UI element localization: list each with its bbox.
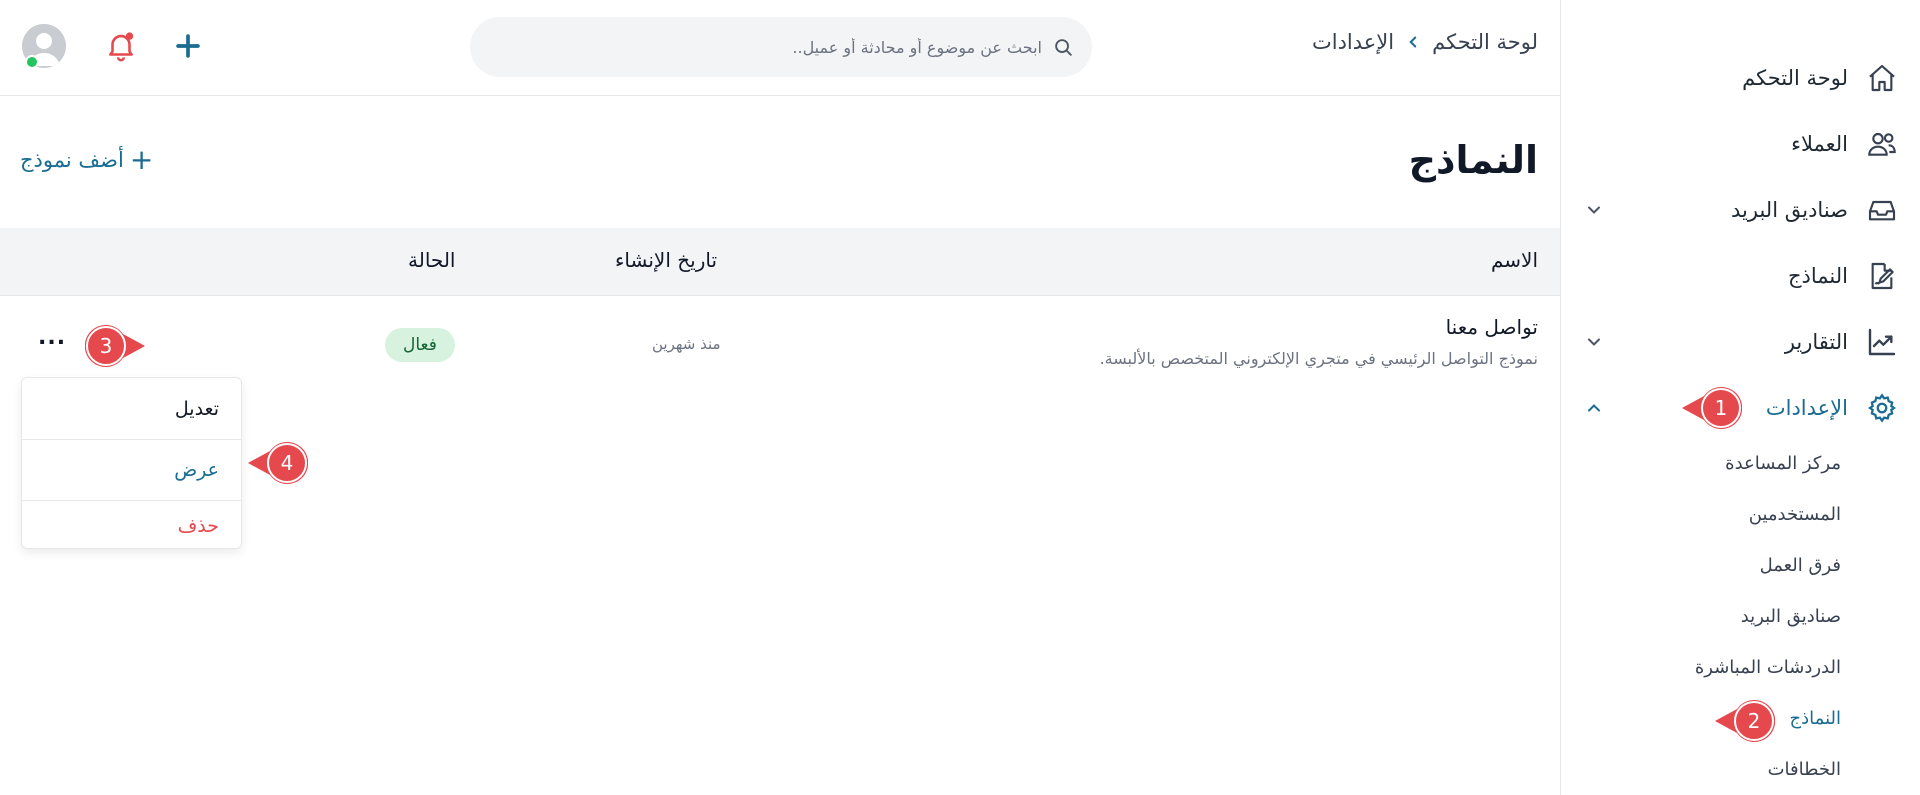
- column-header-name: الاسم: [1490, 248, 1538, 272]
- callout-number: 3: [99, 334, 113, 358]
- bell-icon: [109, 32, 134, 62]
- chevron-left-icon: [1404, 33, 1422, 51]
- callout-marker-1: 1: [1680, 387, 1742, 429]
- sidebar-item-reports[interactable]: التقارير: [1580, 322, 1900, 362]
- table-header: الاسم تاريخ الإنشاء الحالة: [0, 228, 1560, 296]
- column-header-status: الحالة: [408, 248, 456, 272]
- notifications-button[interactable]: [101, 26, 141, 66]
- callout-marker-3: 3: [85, 325, 147, 367]
- breadcrumb-item-dashboard[interactable]: لوحة التحكم: [1432, 30, 1538, 54]
- settings-sub-users[interactable]: المستخدمين: [1749, 504, 1841, 525]
- page-title: النماذج: [1408, 138, 1538, 182]
- sidebar-item-customers[interactable]: العملاء: [1580, 124, 1900, 164]
- menu-item-view[interactable]: عرض: [22, 439, 241, 500]
- chevron-down-icon[interactable]: [1580, 196, 1608, 224]
- breadcrumb: لوحة التحكم الإعدادات: [1312, 30, 1538, 54]
- settings-sub-teams[interactable]: فرق العمل: [1760, 555, 1841, 576]
- plus-icon: +: [129, 143, 154, 176]
- settings-sub-help-center[interactable]: مركز المساعدة: [1725, 453, 1841, 474]
- add-form-button[interactable]: + أضف نموذج: [20, 146, 153, 174]
- sidebar-item-label: النماذج: [1787, 264, 1848, 288]
- sidebar-item-label: صناديق البريد: [1731, 198, 1848, 222]
- menu-item-delete[interactable]: حذف: [22, 500, 241, 550]
- inbox-icon: [1864, 192, 1900, 228]
- form-edit-icon: [1864, 258, 1900, 294]
- sidebar-item-label: التقارير: [1784, 330, 1848, 354]
- sidebar-item-dashboard[interactable]: لوحة التحكم: [1580, 58, 1900, 98]
- form-created-date: منذ شهرين: [652, 335, 721, 353]
- chart-icon: [1864, 324, 1900, 360]
- breadcrumb-item-settings: الإعدادات: [1311, 30, 1395, 54]
- chevron-up-icon[interactable]: [1580, 394, 1608, 422]
- sidebar-item-mailboxes[interactable]: صناديق البريد: [1580, 190, 1900, 230]
- form-title[interactable]: تواصل معنا: [1446, 315, 1538, 339]
- users-icon: [1864, 126, 1900, 162]
- add-button[interactable]: [168, 26, 208, 66]
- callout-marker-2: 2: [1713, 700, 1775, 742]
- settings-sub-mailboxes[interactable]: صناديق البريد: [1741, 606, 1841, 627]
- menu-item-edit[interactable]: تعديل: [22, 378, 241, 439]
- chevron-down-icon[interactable]: [1580, 328, 1608, 356]
- sidebar-item-label: العملاء: [1791, 132, 1848, 156]
- settings-sub-forms[interactable]: النماذج: [1790, 708, 1841, 729]
- settings-sub-live-chats[interactable]: الدردشات المباشرة: [1695, 657, 1841, 678]
- row-actions-menu: تعديل عرض حذف: [21, 377, 242, 549]
- status-badge: فعال: [385, 328, 455, 362]
- settings-sub-webhooks[interactable]: الخطافات: [1768, 759, 1841, 780]
- sidebar-item-label: لوحة التحكم: [1742, 66, 1848, 90]
- column-header-created: تاريخ الإنشاء: [615, 248, 718, 272]
- plus-icon: [176, 34, 200, 58]
- callout-marker-4: 4: [246, 442, 308, 484]
- more-options-button[interactable]: ...: [38, 325, 66, 350]
- search-bar[interactable]: [470, 17, 1092, 77]
- callout-number: 2: [1747, 709, 1761, 733]
- search-input[interactable]: [542, 37, 1042, 57]
- sidebar-item-forms[interactable]: النماذج: [1580, 256, 1900, 296]
- sidebar-item-label: الإعدادات: [1765, 396, 1848, 420]
- add-form-label: أضف نموذج: [20, 148, 124, 172]
- form-description: نموذج التواصل الرئيسي في متجري الإلكترون…: [1099, 349, 1538, 368]
- online-status-dot: [25, 55, 39, 69]
- callout-number: 1: [1714, 396, 1728, 420]
- home-icon: [1864, 60, 1900, 96]
- search-icon: [1055, 39, 1072, 56]
- gear-icon: [1864, 390, 1900, 426]
- callout-number: 4: [280, 451, 294, 475]
- top-header: لوحة التحكم الإعدادات: [0, 0, 1560, 96]
